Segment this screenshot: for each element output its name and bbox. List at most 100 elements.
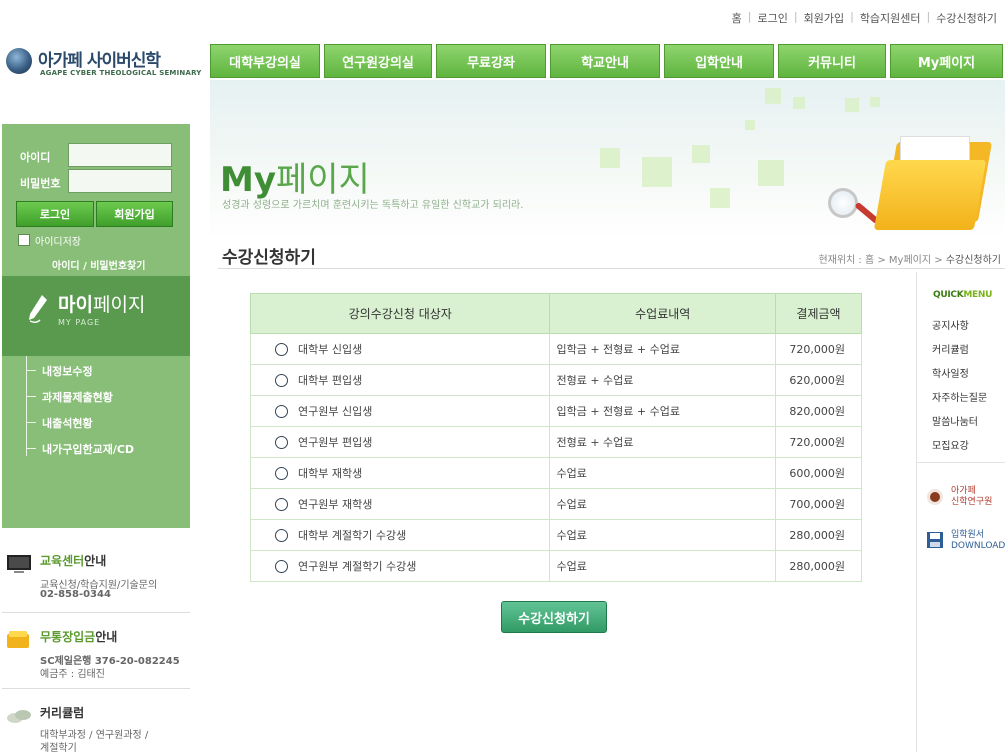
id-input[interactable] [68, 143, 172, 167]
target-label: 연구원부 계절학기 수강생 [298, 560, 417, 573]
quick-application-download[interactable]: 입학원서 DOWNLOAD [951, 530, 1005, 552]
quick-recruit[interactable]: 모집요강 [932, 437, 969, 452]
target-radio[interactable] [275, 497, 288, 511]
target-cell: 대학부 신입생 [249, 333, 551, 365]
fee-cell: 수업료 [549, 519, 777, 551]
target-radio[interactable] [275, 466, 288, 480]
pen-icon [29, 295, 47, 324]
nav-community[interactable]: 커뮤니티 [778, 44, 886, 78]
target-radio[interactable] [275, 342, 288, 356]
target-label: 연구원부 신입생 [298, 405, 373, 418]
top-link-login[interactable]: 로그인 [758, 10, 788, 26]
password-input[interactable] [68, 169, 172, 193]
nav-mypage[interactable]: My페이지 [890, 44, 1003, 78]
target-radio[interactable] [275, 373, 288, 387]
nav-research[interactable]: 연구원강의실 [324, 44, 432, 78]
banner-square [793, 97, 805, 109]
target-label: 연구원부 편입생 [298, 436, 373, 449]
main-nav: 대학부강의실 연구원강의실 무료강좌 학교안내 입학안내 커뮤니티 My페이지 [210, 44, 1003, 78]
curriculum-info[interactable]: 커리큘럼 대학부과정 / 연구원과정 / 계절학기 [2, 704, 190, 752]
target-cell: 대학부 편입생 [249, 364, 551, 396]
banner-square [765, 88, 781, 104]
quick-research-institute[interactable]: 아가페 신학연구원 [951, 486, 992, 508]
menu-attendance[interactable]: 내출석현황 [26, 415, 93, 431]
table-row[interactable]: 연구원부 계절학기 수강생 수업료 280,000원 [249, 550, 862, 582]
login-button[interactable]: 로그인 [16, 201, 94, 227]
target-cell: 연구원부 재학생 [249, 488, 551, 520]
nav-admission[interactable]: 입학안내 [664, 44, 774, 78]
top-link-home[interactable]: 홈 [732, 10, 742, 26]
nav-undergrad[interactable]: 대학부강의실 [210, 44, 320, 78]
nav-about[interactable]: 학교안내 [550, 44, 660, 78]
coffee-cup-icon [927, 489, 943, 505]
banner-subtitle: 성경과 성령으로 가르치며 훈련시키는 독특하고 유일한 신학교가 되리라. [222, 200, 524, 211]
target-label: 대학부 편입생 [298, 374, 363, 387]
col-fee: 수업료내역 [549, 293, 777, 334]
bank-head: 무통장입금안내 [40, 630, 118, 644]
quick-curriculum[interactable]: 커리큘럼 [932, 341, 969, 356]
top-link-join[interactable]: 회원가입 [804, 10, 844, 26]
books-icon [7, 710, 31, 723]
fee-cell: 수업료 [549, 488, 777, 520]
table-row[interactable]: 연구원부 신입생 입학금 + 전형료 + 수업료 820,000원 [249, 395, 862, 427]
bank-info: 무통장입금안내 SC제일은행 376-20-082245 예금주 : 김태진 [2, 628, 190, 689]
mypage-menu: 내정보수정 과제물제출현황 내출석현황 내가구입한교재/CD [2, 356, 190, 528]
find-account-link[interactable]: 아이디 / 비밀번호찾기 [52, 257, 145, 272]
table-row[interactable]: 대학부 계절학기 수강생 수업료 280,000원 [249, 519, 862, 551]
bank-holder: 예금주 : 김태진 [40, 669, 105, 680]
fee-cell: 전형료 + 수업료 [549, 426, 777, 458]
quick-notice[interactable]: 공지사항 [932, 317, 969, 332]
floppy-disk-icon [927, 532, 943, 548]
quick-schedule[interactable]: 학사일정 [932, 365, 969, 380]
fee-cell: 수업료 [549, 550, 777, 582]
quick-sermon[interactable]: 말씀나눔터 [932, 413, 978, 428]
mypage-header: 마이페이지 MY PAGE [2, 276, 190, 356]
target-radio[interactable] [275, 528, 288, 542]
menu-assignments[interactable]: 과제물제출현황 [26, 389, 113, 405]
login-box: 아이디 비밀번호 로그인 회원가입 아이디저장 아이디 / 비밀번호찾기 [2, 124, 190, 276]
amount-cell: 820,000원 [775, 395, 862, 427]
banner-title: My페이지 [220, 160, 370, 200]
amount-cell: 700,000원 [775, 488, 862, 520]
top-link-support[interactable]: 학습지원센터 [860, 10, 921, 26]
amount-cell: 620,000원 [775, 364, 862, 396]
table-row[interactable]: 대학부 편입생 전형료 + 수업료 620,000원 [249, 364, 862, 396]
table-row[interactable]: 연구원부 재학생 수업료 700,000원 [249, 488, 862, 520]
password-label: 비밀번호 [20, 177, 61, 190]
magnifier-icon [828, 188, 858, 218]
join-button[interactable]: 회원가입 [96, 201, 173, 227]
mypage-title: 마이페이지 [58, 294, 146, 316]
table-row[interactable]: 대학부 신입생 입학금 + 전형료 + 수업료 720,000원 [249, 333, 862, 365]
quick-menu: QUICKMENU 공지사항 커리큘럼 학사일정 자주하는질문 말씀나눔터 모집… [916, 272, 1005, 752]
table-row[interactable]: 대학부 재학생 수업료 600,000원 [249, 457, 862, 489]
mypage-subtitle: MY PAGE [58, 318, 101, 327]
menu-edit-profile[interactable]: 내정보수정 [26, 363, 93, 379]
target-cell: 연구원부 신입생 [249, 395, 551, 427]
quick-faq[interactable]: 자주하는질문 [932, 389, 987, 404]
curriculum-head: 커리큘럼 [40, 706, 85, 720]
site-logo[interactable]: 아가페 사이버신학 AGAPE CYBER THEOLOGICAL SEMINA… [6, 46, 206, 82]
logo-name: 아가페 사이버신학 [38, 51, 161, 71]
course-application-table: 강의수강신청 대상자 수업료내역 결제금액 대학부 신입생 입학금 + 전형료 … [249, 293, 862, 582]
save-id-checkbox[interactable] [18, 234, 30, 246]
apply-course-button[interactable]: 수강신청하기 [501, 601, 607, 633]
banner-square [692, 145, 710, 163]
target-label: 대학부 신입생 [298, 343, 363, 356]
target-cell: 대학부 재학생 [249, 457, 551, 489]
banner-square [600, 148, 620, 168]
banner-square [745, 120, 755, 130]
table-row[interactable]: 연구원부 편입생 전형료 + 수업료 720,000원 [249, 426, 862, 458]
target-radio[interactable] [275, 559, 288, 573]
table-header-row: 강의수강신청 대상자 수업료내역 결제금액 [249, 293, 862, 334]
menu-purchases[interactable]: 내가구입한교재/CD [26, 441, 134, 457]
fee-cell: 수업료 [549, 457, 777, 489]
nav-free[interactable]: 무료강좌 [436, 44, 546, 78]
edu-center-head: 교육센터안내 [40, 554, 107, 568]
target-cell: 연구원부 편입생 [249, 426, 551, 458]
fee-cell: 입학금 + 전형료 + 수업료 [549, 333, 777, 365]
target-radio[interactable] [275, 435, 288, 449]
target-radio[interactable] [275, 404, 288, 418]
target-cell: 연구원부 계절학기 수강생 [249, 550, 551, 582]
top-link-apply[interactable]: 수강신청하기 [936, 10, 997, 26]
quick-menu-title: QUICKMENU [933, 290, 993, 300]
